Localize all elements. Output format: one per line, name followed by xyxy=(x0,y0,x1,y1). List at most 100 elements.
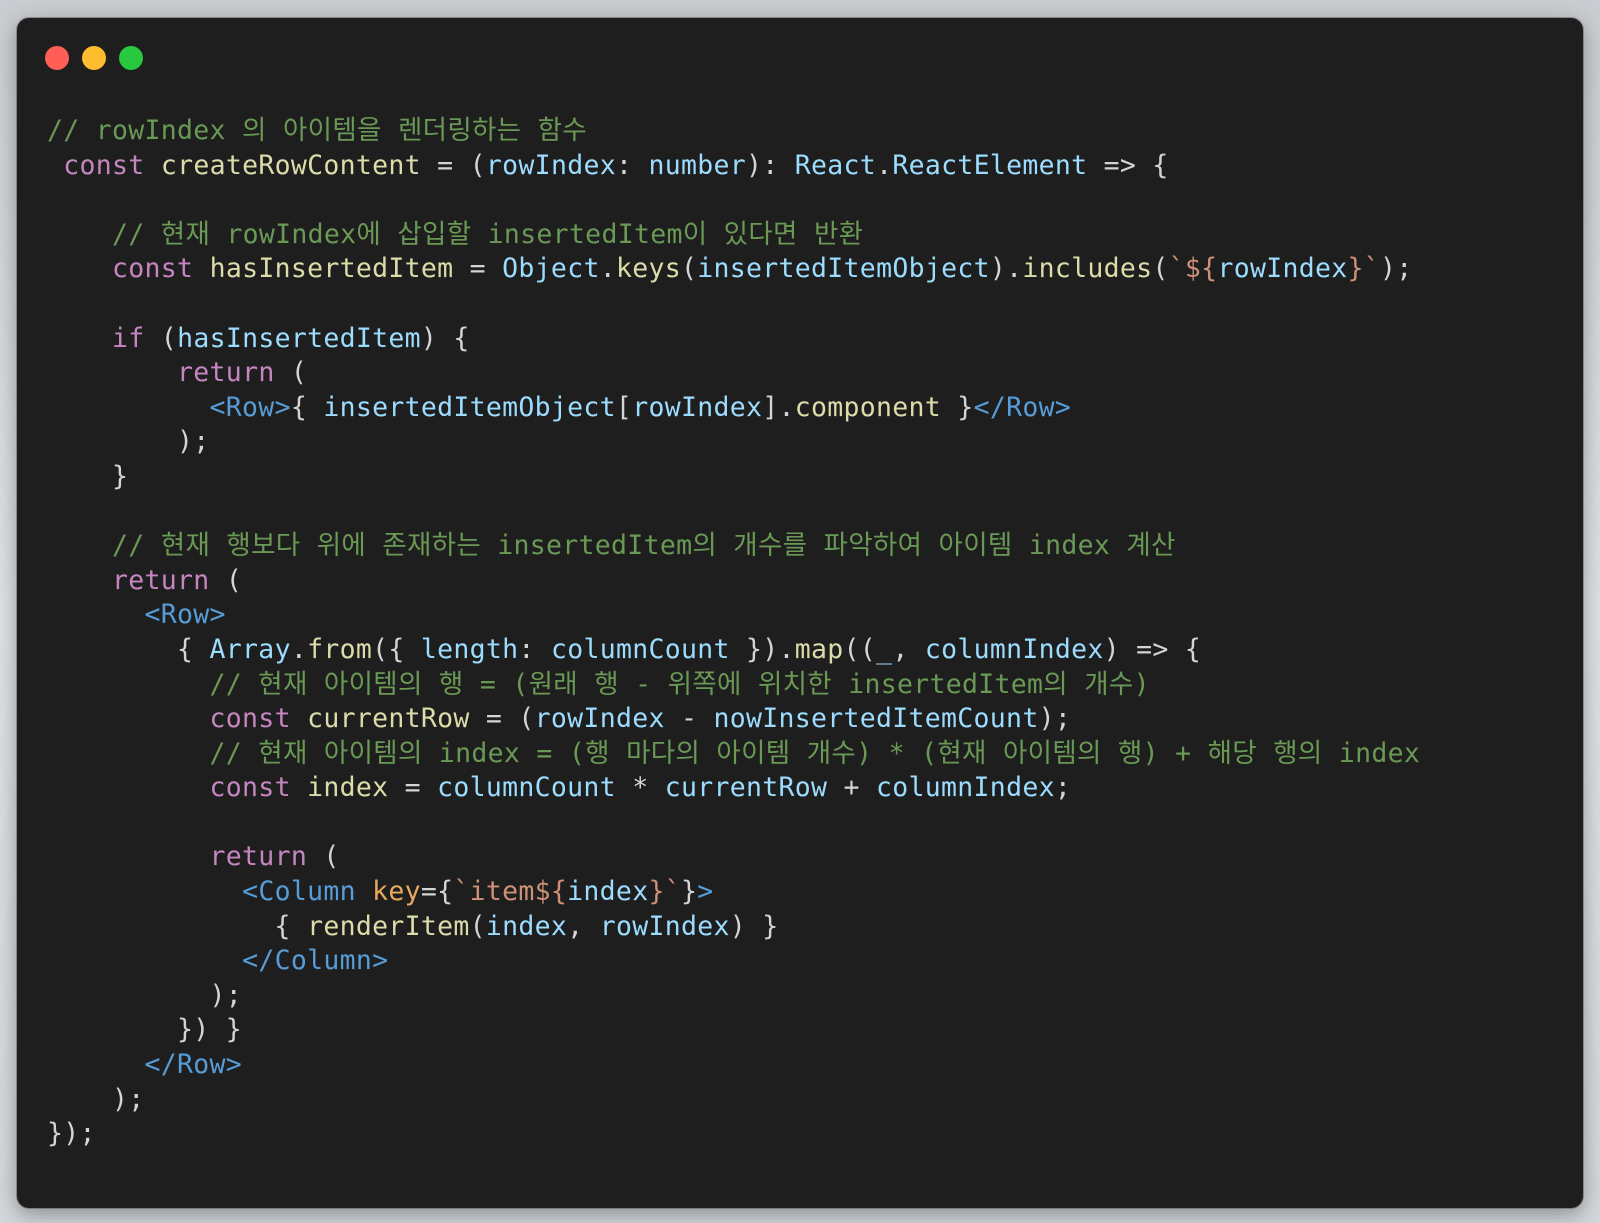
code-line: }); xyxy=(47,1117,1563,1152)
code-token: (( xyxy=(843,633,877,665)
code-line: ​ xyxy=(47,806,1563,841)
code-token: createRowContent xyxy=(160,149,421,181)
code-token: rowIndex xyxy=(1217,253,1348,285)
code-token: Array xyxy=(209,633,291,665)
code-line: const hasInsertedItem = Object.keys(inse… xyxy=(47,252,1563,287)
zoom-button[interactable] xyxy=(119,46,143,70)
code-token: ReactElement xyxy=(892,149,1088,181)
code-line: <Row>{ insertedItemObject[rowIndex].comp… xyxy=(47,391,1563,426)
code-token: } xyxy=(47,460,129,492)
code-token: `${ xyxy=(1168,253,1218,285)
code-line: }) } xyxy=(47,1013,1563,1048)
code-token: insertedItemObject xyxy=(323,391,616,423)
code-token: = xyxy=(453,253,503,285)
code-token: hasInsertedItem xyxy=(209,253,454,285)
code-line: const currentRow = (rowIndex - nowInsert… xyxy=(47,702,1563,737)
code-line: ​ xyxy=(47,287,1563,322)
code-token: [ xyxy=(615,391,633,423)
code-token: } xyxy=(941,391,974,423)
code-token: rowIndex xyxy=(485,149,616,181)
code-token: rowIndex xyxy=(534,703,665,735)
code-token: columnCount xyxy=(550,633,730,665)
code-token: const xyxy=(209,703,291,735)
code-line: ​ xyxy=(47,183,1563,218)
code-token: map xyxy=(794,633,844,665)
code-line: return ( xyxy=(47,840,1563,875)
code-token: ( xyxy=(681,253,698,285)
code-line: if (hasInsertedItem) { xyxy=(47,322,1563,357)
code-token: ). xyxy=(989,253,1023,285)
minimize-button[interactable] xyxy=(82,46,106,70)
code-token: if xyxy=(112,322,145,354)
code-token: </Row> xyxy=(144,1049,243,1081)
code-token: ); xyxy=(1038,703,1072,735)
code-line: ); xyxy=(47,1083,1563,1118)
code-block: // rowIndex 의 아이템을 렌더링하는 함수 const create… xyxy=(47,114,1563,1152)
code-token: React xyxy=(794,149,877,181)
code-token: index xyxy=(485,910,568,942)
code-token: { xyxy=(47,910,308,942)
code-token: keys xyxy=(615,253,681,285)
code-token: . xyxy=(599,253,616,285)
code-token: ( xyxy=(274,357,308,389)
code-token: }). xyxy=(729,633,795,665)
code-token: ( xyxy=(1152,253,1169,285)
code-token: + xyxy=(827,772,877,804)
code-token: key xyxy=(372,876,421,908)
code-token: <Row> xyxy=(209,391,291,423)
code-token: `item${ xyxy=(453,876,568,908)
code-token: const xyxy=(209,772,291,804)
code-token: // 현재 아이템의 index = (행 마다의 아이템 개수) * (현재 … xyxy=(47,737,1421,769)
code-token: nowInsertedItemCount xyxy=(713,703,1039,735)
code-token: }); xyxy=(47,1118,96,1150)
code-line: <Row> xyxy=(47,598,1563,633)
code-token: number xyxy=(648,149,747,181)
code-token: > xyxy=(697,876,714,908)
code-token: ( xyxy=(209,564,243,596)
code-line: return ( xyxy=(47,564,1563,599)
code-token: index xyxy=(307,772,389,804)
code-token: return xyxy=(209,841,308,873)
code-token: // 현재 아이템의 행 = (원래 행 - 위쪽에 위치한 insertedI… xyxy=(47,668,1150,700)
code-token: insertedItemObject xyxy=(697,253,990,285)
code-token: renderItem xyxy=(307,910,470,942)
code-token: _ xyxy=(876,633,893,665)
code-line: </Row> xyxy=(47,1048,1563,1083)
code-token: ( xyxy=(469,910,486,942)
code-line: ​ xyxy=(47,495,1563,530)
code-token: { xyxy=(47,633,210,665)
code-token: }) } xyxy=(47,1014,243,1046)
code-token: columnCount xyxy=(437,772,616,804)
code-token: ); xyxy=(47,979,243,1011)
code-token: } xyxy=(680,876,698,908)
code-token: return xyxy=(177,357,275,389)
code-line: { renderItem(index, rowIndex) } xyxy=(47,910,1563,945)
code-token: // rowIndex 의 아이템을 렌더링하는 함수 xyxy=(47,115,587,146)
code-token: ]. xyxy=(762,391,795,423)
code-token: return xyxy=(112,564,210,596)
code-token: columnIndex xyxy=(876,772,1055,804)
code-line: ); xyxy=(47,979,1563,1014)
code-line: const createRowContent = (rowIndex: numb… xyxy=(47,149,1563,184)
code-token: // 현재 rowIndex에 삽입할 insertedItem이 있다면 반환 xyxy=(47,218,864,250)
code-token: ={ xyxy=(420,876,454,908)
code-token: </Column> xyxy=(242,945,389,977)
code-token: , xyxy=(567,910,600,942)
code-token: { xyxy=(290,391,324,423)
close-button[interactable] xyxy=(45,46,69,70)
code-line: // 현재 아이템의 행 = (원래 행 - 위쪽에 위치한 insertedI… xyxy=(47,668,1563,703)
code-token: rowIndex xyxy=(599,910,730,942)
